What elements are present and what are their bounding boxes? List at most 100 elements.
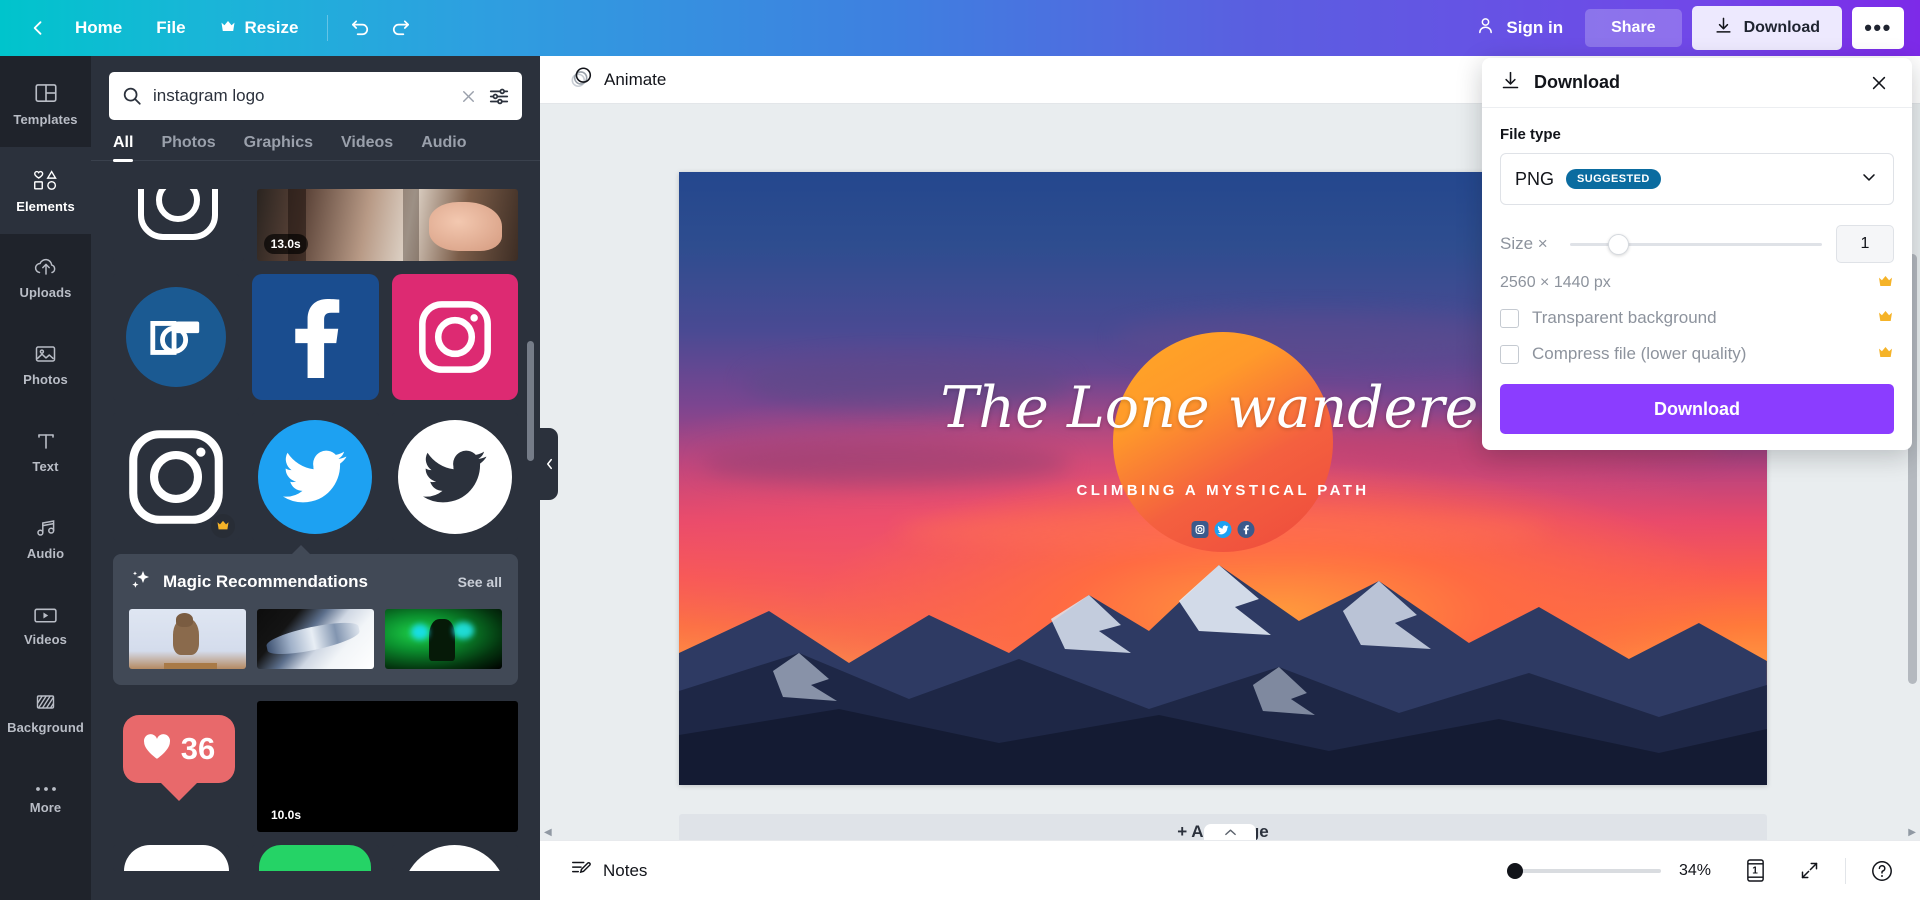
more-options-button[interactable]: •••: [1852, 7, 1904, 49]
resize-button[interactable]: Resize: [203, 10, 316, 46]
animate-button[interactable]: Animate: [560, 59, 676, 100]
download-popover-title: Download: [1534, 72, 1620, 92]
like-count: 36: [180, 730, 216, 766]
tab-photos[interactable]: Photos: [161, 134, 215, 162]
magic-thumb-meerkat[interactable]: [129, 608, 246, 669]
magic-thumb-coil[interactable]: [257, 608, 374, 669]
sparkle-icon: [129, 568, 153, 597]
timeline-collapse-tab[interactable]: [1204, 824, 1256, 840]
scroll-left-arrow[interactable]: ◀: [544, 827, 552, 838]
ellipsis-icon: [33, 784, 59, 794]
file-type-value: PNG: [1515, 168, 1555, 189]
magic-see-all-link[interactable]: See all: [458, 574, 502, 590]
tab-videos[interactable]: Videos: [341, 134, 393, 162]
sidebar-label-elements: Elements: [16, 199, 75, 214]
like-bubble: 36: [122, 714, 235, 783]
result-instagram-outline-white[interactable]: [113, 189, 244, 261]
sidebar-item-background[interactable]: Background: [0, 669, 91, 756]
page-manager-button[interactable]: 1: [1737, 853, 1773, 889]
home-button[interactable]: Home: [58, 10, 139, 46]
transparent-background-checkbox[interactable]: [1500, 308, 1519, 328]
fullscreen-button[interactable]: [1791, 853, 1827, 889]
panel-collapse-handle[interactable]: [540, 428, 558, 500]
sidebar-item-audio[interactable]: Audio: [0, 495, 91, 582]
zoom-percent-label: 34%: [1679, 861, 1712, 879]
result-twitter-white-circle[interactable]: [391, 413, 518, 540]
elements-icon: [31, 167, 61, 193]
share-button[interactable]: Share: [1585, 9, 1682, 47]
header-divider: [327, 15, 329, 41]
result-black-video[interactable]: 10.0s: [257, 700, 518, 832]
result-instagram-like-badge[interactable]: 36: [113, 701, 244, 832]
magic-header: Magic Recommendations See all: [129, 568, 502, 597]
download-button[interactable]: Download: [1691, 6, 1842, 50]
sidebar-label-photos: Photos: [23, 372, 68, 387]
size-label: Size ×: [1500, 234, 1548, 253]
size-value-field[interactable]: 1: [1836, 225, 1894, 263]
search-icon: [121, 85, 143, 107]
result-video-hands[interactable]: 13.0s: [256, 189, 518, 261]
result-peek-white-1[interactable]: [113, 844, 240, 871]
result-instagram-retro-blue[interactable]: [113, 274, 240, 401]
sign-in-label: Sign in: [1506, 18, 1564, 37]
sign-in-button[interactable]: Sign in: [1463, 7, 1575, 49]
header-right-group: Sign in Share Download •••: [1463, 6, 1920, 50]
scroll-right-arrow[interactable]: ▶: [1908, 827, 1916, 838]
home-label: Home: [75, 18, 123, 37]
sidebar-item-elements[interactable]: Elements: [0, 147, 91, 234]
tab-audio[interactable]: Audio: [421, 134, 466, 162]
tab-graphics[interactable]: Graphics: [244, 134, 313, 162]
panel-scrollbar[interactable]: [527, 341, 534, 461]
elements-search-panel: All Photos Graphics Videos Audio 13.0s: [91, 56, 540, 900]
sidebar-item-photos[interactable]: Photos: [0, 321, 91, 408]
help-button[interactable]: [1864, 853, 1900, 889]
result-facebook-square[interactable]: [252, 274, 379, 401]
status-bar: Notes 34% 1: [540, 840, 1920, 900]
result-instagram-white-rounded[interactable]: [113, 413, 240, 540]
zoom-slider-knob[interactable]: [1507, 862, 1523, 879]
status-divider: [1845, 857, 1846, 884]
animate-label: Animate: [604, 69, 667, 89]
compress-file-checkbox[interactable]: [1500, 344, 1519, 364]
result-instagram-pink-square[interactable]: [391, 274, 518, 401]
search-input[interactable]: [153, 86, 449, 106]
redo-button[interactable]: [380, 8, 420, 48]
crown-icon: [1877, 346, 1894, 363]
design-orange-ring: [1113, 332, 1333, 552]
notes-button[interactable]: Notes: [560, 851, 657, 890]
download-popover-header: Download: [1482, 58, 1912, 108]
sidebar-item-more[interactable]: More: [0, 756, 91, 843]
sidebar-item-text[interactable]: Text: [0, 408, 91, 495]
facebook-icon[interactable]: [1237, 521, 1255, 539]
file-type-select[interactable]: PNG SUGGESTED: [1500, 153, 1894, 205]
text-icon: [34, 429, 58, 453]
undo-button[interactable]: [340, 8, 380, 48]
filter-sliders-icon[interactable]: [488, 85, 510, 107]
sidebar-label-templates: Templates: [13, 112, 78, 127]
close-icon[interactable]: [459, 87, 478, 106]
result-twitter-blue-circle[interactable]: [252, 413, 379, 540]
size-slider-knob[interactable]: [1607, 233, 1629, 255]
file-menu-button[interactable]: File: [139, 10, 202, 46]
background-icon: [32, 690, 59, 714]
design-subtitle-text[interactable]: CLIMBING A MYSTICAL PATH: [1077, 482, 1370, 499]
size-slider[interactable]: [1570, 233, 1822, 255]
instagram-icon[interactable]: [1191, 521, 1209, 539]
sidebar-item-videos[interactable]: Videos: [0, 582, 91, 669]
result-peek-green[interactable]: [252, 844, 379, 871]
video-duration-badge: 13.0s: [263, 234, 308, 254]
close-icon[interactable]: [1864, 68, 1894, 98]
design-title-text[interactable]: The Lone wanderer: [940, 375, 1505, 441]
result-peek-white-2[interactable]: [391, 844, 518, 871]
sidebar-label-videos: Videos: [24, 632, 67, 647]
magic-thumb-concert[interactable]: [385, 608, 502, 669]
back-button[interactable]: [18, 8, 58, 48]
size-row: Size × 1: [1500, 225, 1894, 263]
tab-all[interactable]: All: [113, 134, 134, 162]
twitter-icon[interactable]: [1214, 521, 1232, 539]
zoom-slider[interactable]: [1507, 862, 1661, 879]
sidebar-item-templates[interactable]: Templates: [0, 60, 91, 147]
sidebar-item-uploads[interactable]: Uploads: [0, 234, 91, 321]
search-box[interactable]: [109, 72, 522, 120]
download-confirm-button[interactable]: Download: [1500, 384, 1894, 434]
